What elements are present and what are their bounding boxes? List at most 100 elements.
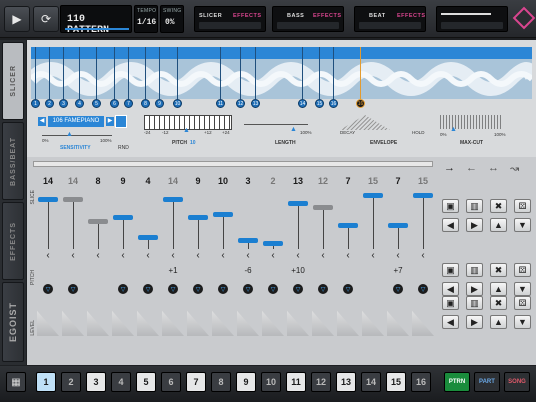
bass-effects-label[interactable]: EFFECTS bbox=[313, 13, 342, 19]
down-icon[interactable]: ▼ bbox=[514, 282, 531, 296]
slicer-volume-fader[interactable] bbox=[199, 22, 261, 29]
right-icon[interactable]: ▶ bbox=[466, 218, 483, 232]
step-pitch-icon[interactable]: ▽ bbox=[193, 284, 203, 294]
down-icon[interactable]: ▼ bbox=[514, 315, 531, 329]
slice-marker[interactable]: 15 bbox=[315, 99, 324, 108]
dice-icon[interactable]: ⚄ bbox=[514, 263, 531, 277]
slice-marker[interactable]: 4 bbox=[75, 99, 84, 108]
step-envelope[interactable] bbox=[112, 310, 134, 336]
random-dice-icon[interactable] bbox=[115, 115, 127, 128]
step-level-bar[interactable] bbox=[263, 241, 283, 246]
step-column[interactable]: 15‹▽ bbox=[361, 172, 385, 340]
slice-marker[interactable]: 10 bbox=[173, 99, 182, 108]
clear-icon[interactable]: ✖ bbox=[490, 296, 507, 310]
step-direction-icon[interactable]: ‹ bbox=[61, 250, 85, 261]
beat-volume-fader[interactable] bbox=[359, 22, 421, 29]
sample-name[interactable]: 106 FAMEPIANO bbox=[48, 116, 104, 127]
left-icon[interactable]: ◀ bbox=[442, 282, 459, 296]
step-column[interactable]: 4 ‹ ▽ bbox=[136, 172, 160, 340]
step-level-bar[interactable] bbox=[163, 197, 183, 202]
paste-icon[interactable]: ▥ bbox=[466, 263, 483, 277]
step-envelope[interactable] bbox=[387, 310, 409, 336]
step-pitch-icon[interactable]: ▽ bbox=[393, 284, 403, 294]
slice-marker[interactable]: 7 bbox=[124, 99, 133, 108]
waveform[interactable] bbox=[31, 47, 532, 99]
step-level-bar[interactable] bbox=[413, 193, 433, 198]
step-level-bar[interactable] bbox=[313, 205, 333, 210]
step-pitch-icon[interactable]: ▽ bbox=[43, 284, 53, 294]
keyboard-icon[interactable]: ▦ bbox=[6, 372, 26, 392]
play-button[interactable]: ▶ bbox=[4, 6, 30, 32]
ptrn-button[interactable]: PTRN bbox=[444, 372, 470, 392]
step-direction-icon[interactable]: ‹ bbox=[136, 250, 160, 261]
step-direction-icon[interactable]: ‹ bbox=[336, 250, 360, 261]
step-column[interactable]: 14 ‹ ▽ bbox=[61, 172, 85, 340]
step-level-bar[interactable] bbox=[188, 215, 208, 220]
prev-sample-button[interactable]: ◀ bbox=[38, 117, 46, 126]
slice-marker[interactable]: 11 bbox=[216, 99, 225, 108]
step-envelope[interactable] bbox=[187, 310, 209, 336]
next-sample-button[interactable]: ▶ bbox=[106, 117, 114, 126]
step-pitch-icon[interactable]: ▽ bbox=[143, 284, 153, 294]
tab-bass-beat[interactable]: BASS/BEAT bbox=[2, 122, 24, 200]
step-envelope[interactable] bbox=[137, 310, 159, 336]
slicer-module[interactable]: SLICER EFFECTS bbox=[194, 6, 266, 32]
step-direction-icon[interactable]: ‹ bbox=[311, 250, 335, 261]
step-level-bar[interactable] bbox=[38, 197, 58, 202]
beat-module[interactable]: BEAT EFFECTS bbox=[354, 6, 426, 32]
slice-marker[interactable]: 5 bbox=[92, 99, 101, 108]
step-direction-icon[interactable]: ‹ bbox=[236, 250, 260, 261]
dice-icon[interactable]: ⚄ bbox=[514, 199, 531, 213]
step-pitch-icon[interactable]: ▽ bbox=[118, 284, 128, 294]
slice-marker[interactable]: 13 bbox=[251, 99, 260, 108]
step-direction-icon[interactable]: ‹ bbox=[161, 250, 185, 261]
step-envelope[interactable] bbox=[162, 310, 184, 336]
paste-icon[interactable]: ▥ bbox=[466, 296, 483, 310]
left-icon[interactable]: ◀ bbox=[442, 315, 459, 329]
tab-effects[interactable]: EFFECTS bbox=[2, 202, 24, 280]
step-envelope[interactable] bbox=[212, 310, 234, 336]
pattern-slot[interactable]: 3 bbox=[86, 372, 106, 392]
step-envelope[interactable] bbox=[37, 310, 59, 336]
slice-marker[interactable]: 16 bbox=[329, 99, 338, 108]
step-level-bar[interactable] bbox=[138, 235, 158, 240]
slice-marker[interactable]: 2 bbox=[45, 99, 54, 108]
slice-marker[interactable]: 9 bbox=[155, 99, 164, 108]
pattern-slot[interactable]: 7 bbox=[186, 372, 206, 392]
step-column[interactable]: 9 ‹ ▽ bbox=[111, 172, 135, 340]
step-envelope[interactable] bbox=[362, 310, 384, 336]
master-fader[interactable] bbox=[441, 22, 503, 29]
step-pitch[interactable]: +10 bbox=[286, 266, 310, 275]
step-pitch-icon[interactable]: ▽ bbox=[293, 284, 303, 294]
step-pitch[interactable]: +7 bbox=[386, 266, 410, 275]
pattern-slot[interactable]: 16 bbox=[411, 372, 431, 392]
step-envelope[interactable] bbox=[287, 310, 309, 336]
step-level-bar[interactable] bbox=[288, 201, 308, 206]
slice-marker[interactable]: 14 bbox=[298, 99, 307, 108]
length-slider[interactable] bbox=[244, 124, 308, 125]
step-envelope[interactable] bbox=[62, 310, 84, 336]
step-pitch-icon[interactable]: ▽ bbox=[343, 284, 353, 294]
swing-display[interactable]: SWING 0% bbox=[160, 5, 184, 33]
bass-module[interactable]: BASS EFFECTS bbox=[272, 6, 344, 32]
slice-marker[interactable]: 1 bbox=[31, 99, 40, 108]
arrow-bounce-icon[interactable]: ↔ bbox=[488, 162, 499, 174]
up-icon[interactable]: ▲ bbox=[490, 282, 507, 296]
step-direction-icon[interactable]: ‹ bbox=[36, 250, 60, 261]
slice-marker[interactable]: 8 bbox=[141, 99, 150, 108]
beat-effects-label[interactable]: EFFECTS bbox=[397, 13, 426, 19]
pattern-slot[interactable]: 2 bbox=[61, 372, 81, 392]
arrow-left-icon[interactable]: ← bbox=[466, 162, 477, 174]
slice-marker[interactable]: 6 bbox=[110, 99, 119, 108]
step-direction-icon[interactable]: ‹ bbox=[386, 250, 410, 261]
step-column[interactable]: 15‹▽ bbox=[411, 172, 435, 340]
step-pitch-icon[interactable]: ▽ bbox=[168, 284, 178, 294]
clear-icon[interactable]: ✖ bbox=[490, 199, 507, 213]
pattern-slot[interactable]: 12 bbox=[311, 372, 331, 392]
copy-icon[interactable]: ▣ bbox=[442, 199, 459, 213]
step-direction-icon[interactable]: ‹ bbox=[211, 250, 235, 261]
step-column[interactable]: 9 ‹ ▽ bbox=[186, 172, 210, 340]
step-pitch-icon[interactable]: ▽ bbox=[68, 284, 78, 294]
loop-button[interactable]: ⟳ bbox=[33, 6, 59, 32]
copy-icon[interactable]: ▣ bbox=[442, 263, 459, 277]
